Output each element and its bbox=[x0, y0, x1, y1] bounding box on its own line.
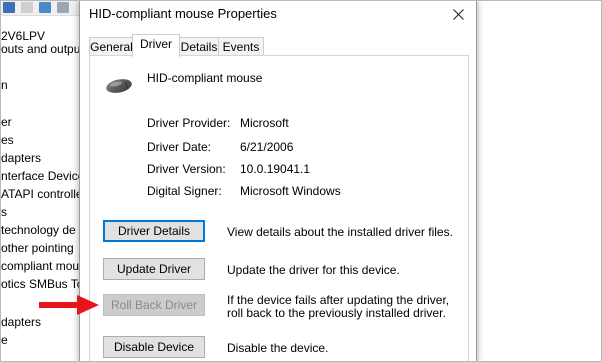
digital-signer-label: Digital Signer: bbox=[147, 184, 222, 198]
roll-back-driver-button[interactable]: Roll Back Driver bbox=[103, 294, 205, 316]
close-button[interactable] bbox=[440, 1, 476, 27]
driver-details-button[interactable]: Driver Details bbox=[103, 220, 205, 242]
tree-item[interactable]: compliant mou bbox=[1, 259, 79, 273]
device-name: HID-compliant mouse bbox=[147, 71, 263, 85]
driver-provider-label: Driver Provider: bbox=[147, 116, 231, 130]
roll-back-driver-description: If the device fails after updating the d… bbox=[227, 293, 450, 320]
tree-item[interactable]: technology de bbox=[1, 223, 76, 237]
mouse-icon bbox=[106, 79, 132, 93]
dialog-titlebar[interactable]: HID-compliant mouse Properties bbox=[80, 1, 476, 29]
disable-device-button[interactable]: Disable Device bbox=[103, 336, 205, 358]
tree-item[interactable]: n bbox=[1, 78, 8, 92]
tree-item[interactable]: er bbox=[1, 115, 12, 129]
properties-dialog: HID-compliant mouse Properties General D… bbox=[79, 1, 477, 361]
screenshot-frame: 2V6LPV outs and outpu n er es dapters nt… bbox=[0, 0, 602, 362]
driver-details-description: View details about the installed driver … bbox=[227, 225, 453, 239]
digital-signer-value: Microsoft Windows bbox=[240, 184, 341, 198]
driver-provider-value: Microsoft bbox=[240, 116, 289, 130]
close-icon bbox=[452, 8, 464, 20]
tree-item[interactable]: dapters bbox=[1, 315, 41, 329]
tree-item[interactable]: es bbox=[1, 133, 14, 147]
tree-item[interactable]: ATAPI controlle bbox=[1, 187, 83, 201]
tab-events[interactable]: Events bbox=[218, 37, 264, 56]
tab-details[interactable]: Details bbox=[178, 37, 220, 56]
toolbar-icon-2[interactable] bbox=[21, 2, 33, 13]
driver-version-label: Driver Version: bbox=[147, 162, 226, 176]
tree-item[interactable]: s bbox=[1, 205, 7, 219]
toolbar-icon-1[interactable] bbox=[3, 2, 15, 13]
update-driver-button[interactable]: Update Driver bbox=[103, 258, 205, 280]
driver-tab-panel: HID-compliant mouse Driver Provider: Mic… bbox=[89, 55, 469, 361]
disable-device-description: Disable the device. bbox=[227, 341, 329, 355]
driver-date-label: Driver Date: bbox=[147, 140, 212, 154]
driver-date-value: 6/21/2006 bbox=[240, 140, 294, 154]
tree-item[interactable]: e bbox=[1, 333, 8, 347]
tab-general[interactable]: General bbox=[89, 37, 134, 56]
dialog-title: HID-compliant mouse Properties bbox=[89, 6, 277, 21]
device-manager-toolbar bbox=[1, 1, 79, 16]
tree-item[interactable]: other pointing bbox=[1, 241, 74, 255]
computer-name-label: 2V6LPV bbox=[1, 29, 46, 43]
tree-item[interactable]: otics SMBus To bbox=[1, 277, 83, 291]
toolbar-icon-3[interactable] bbox=[39, 2, 51, 13]
tree-item[interactable]: nterface Device bbox=[1, 169, 84, 183]
tree-item[interactable]: dapters bbox=[1, 151, 41, 165]
tab-driver[interactable]: Driver bbox=[132, 34, 180, 57]
red-arrow-icon bbox=[39, 295, 99, 315]
update-driver-description: Update the driver for this device. bbox=[227, 263, 400, 277]
driver-version-value: 10.0.19041.1 bbox=[240, 162, 311, 176]
toolbar-icon-4[interactable] bbox=[57, 2, 69, 13]
tree-item[interactable]: outs and outpu bbox=[1, 42, 80, 56]
